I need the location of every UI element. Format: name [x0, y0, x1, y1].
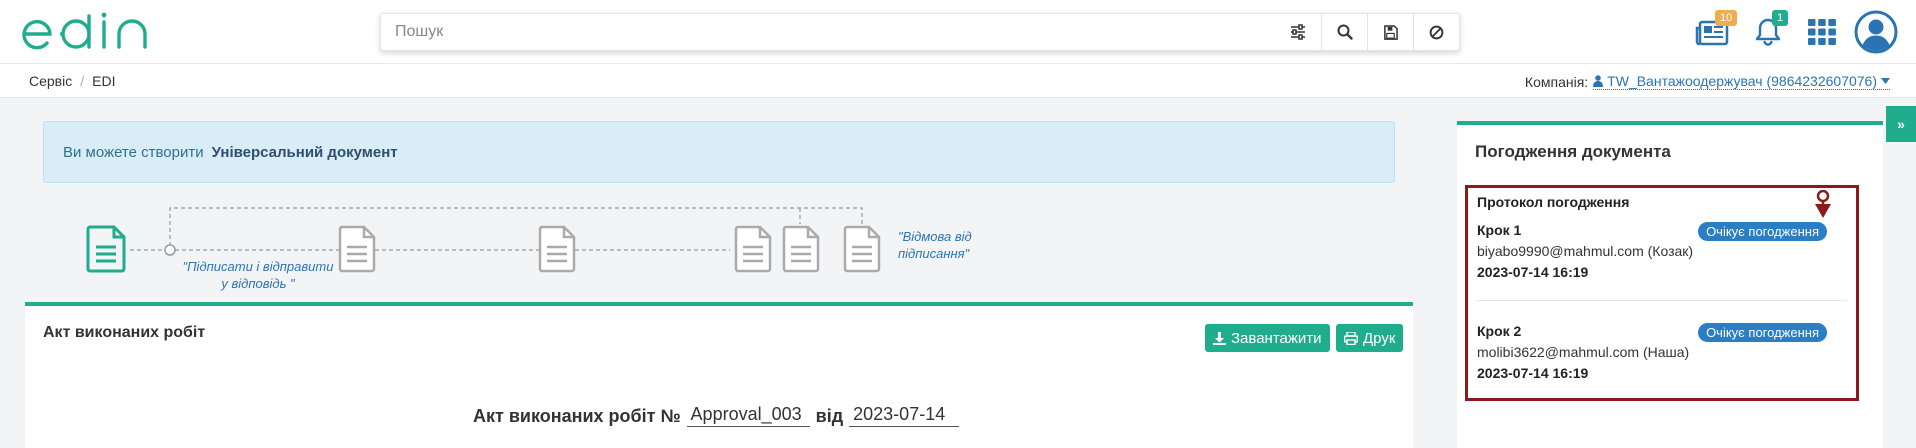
document-icon-step-5 — [782, 225, 820, 273]
search-bar — [380, 13, 1460, 51]
document-date: 2023-07-14 — [849, 404, 960, 427]
download-button[interactable]: Завантажити — [1205, 324, 1330, 352]
universal-document-link[interactable]: Універсальний документ — [212, 144, 398, 161]
floppy-disk-icon — [1384, 24, 1398, 40]
expand-panel-button[interactable]: » — [1886, 106, 1916, 142]
breadcrumb-separator: / — [80, 73, 85, 89]
step-1-date: 2023-07-14 16:19 — [1477, 264, 1589, 280]
document-panel: Акт виконаних робіт Завантажити Друк Акт… — [25, 306, 1413, 448]
print-button[interactable]: Друк — [1336, 324, 1404, 352]
print-label: Друк — [1363, 329, 1396, 347]
download-label: Завантажити — [1231, 329, 1322, 347]
filter-button[interactable] — [1275, 14, 1321, 50]
step-divider — [1477, 300, 1847, 301]
printer-icon — [1344, 331, 1358, 345]
info-banner-text: Ви можете створити — [63, 143, 204, 161]
info-banner: Ви можете створити Універсальний докумен… — [43, 121, 1395, 183]
approval-step-2: Крок 2 Очікує погодження molibi3622@mahm… — [1477, 323, 1845, 381]
step-2-email: molibi3622@mahmul.com (Наша) — [1477, 344, 1690, 360]
user-avatar-button[interactable] — [1854, 10, 1898, 54]
user-icon — [1593, 75, 1604, 87]
document-header-prefix: Акт виконаних робіт № — [473, 406, 681, 426]
clear-search-button[interactable] — [1413, 14, 1459, 50]
document-icon-step-2 — [338, 225, 376, 273]
search-icon — [1337, 24, 1353, 40]
notifications-badge: 1 — [1772, 10, 1789, 26]
search-button[interactable] — [1321, 14, 1367, 50]
breadcrumb-item-edi[interactable]: EDI — [92, 73, 115, 89]
news-badge: 10 — [1715, 10, 1738, 26]
company-name: TW_Вантажоодержувач (9864232607076) — [1607, 73, 1877, 89]
location-marker-icon — [1815, 190, 1831, 218]
document-header: Акт виконаних робіт № Approval_003 від 2… — [473, 404, 960, 427]
approval-title: Погодження документа — [1475, 142, 1671, 161]
workflow-label-sign-line1: "Підписати і відправити — [182, 259, 334, 274]
notifications-button[interactable]: 1 — [1748, 10, 1789, 50]
save-search-button[interactable] — [1367, 14, 1413, 50]
breadcrumb-item-service[interactable]: Сервіс — [29, 73, 72, 89]
document-title: Акт виконаних робіт — [43, 324, 206, 341]
search-input[interactable] — [381, 14, 1275, 50]
company-selector: Компанія: TW_Вантажоодержувач (986423260… — [1525, 73, 1890, 90]
workflow-label-reject-line1: "Відмова від — [898, 229, 972, 244]
step-1-email: biyabo9990@mahmul.com (Козак) — [1477, 243, 1694, 259]
step-2-date: 2023-07-14 16:19 — [1477, 365, 1589, 381]
workflow-label-sign-line2: у відповідь " — [221, 276, 295, 291]
top-bar: 10 1 — [0, 0, 1916, 64]
protocol-title: Протокол погодження — [1477, 194, 1630, 210]
company-dropdown[interactable]: TW_Вантажоодержувач (9864232607076) — [1593, 73, 1890, 90]
approval-panel: Погодження документа Протокол погодження… — [1457, 125, 1883, 448]
breadcrumb-bar: Сервіс / EDI Компанія: TW_Вантажоодержув… — [0, 64, 1916, 98]
workflow-label-sign-reply[interactable]: "Підписати і відправити у відповідь " — [178, 258, 338, 292]
apps-menu-button[interactable] — [1802, 14, 1842, 50]
document-from-label: від — [815, 406, 844, 426]
document-icon-active — [86, 225, 126, 273]
edin-logo[interactable] — [18, 12, 163, 56]
company-label: Компанія: — [1524, 73, 1589, 90]
step-1-status-badge: Очікує погодження — [1698, 222, 1827, 241]
step-2-status-badge: Очікує погодження — [1698, 323, 1827, 342]
approval-step-1: Крок 1 Очікує погодження biyabo9990@mahm… — [1477, 222, 1845, 280]
document-icon-step-6 — [843, 225, 881, 273]
download-icon — [1213, 331, 1226, 345]
grid-icon — [1808, 19, 1836, 45]
document-icon-step-4 — [734, 225, 772, 273]
workflow-start-node — [164, 244, 176, 256]
workflow-label-reject[interactable]: "Відмова від підписання" — [898, 228, 998, 262]
ban-icon — [1429, 25, 1444, 39]
document-icon-step-3 — [538, 225, 576, 273]
caret-down-icon — [1881, 78, 1890, 84]
sliders-icon — [1291, 24, 1305, 40]
double-chevron-right-icon: » — [1897, 116, 1905, 132]
document-number: Approval_003 — [686, 404, 810, 427]
breadcrumb: Сервіс / EDI — [29, 73, 115, 89]
workflow-label-reject-line2: підписання" — [898, 246, 970, 261]
user-avatar-icon — [1854, 10, 1898, 54]
approval-protocol: Протокол погодження Крок 1 Очікує погодж… — [1465, 185, 1859, 401]
news-button[interactable]: 10 — [1692, 10, 1738, 50]
